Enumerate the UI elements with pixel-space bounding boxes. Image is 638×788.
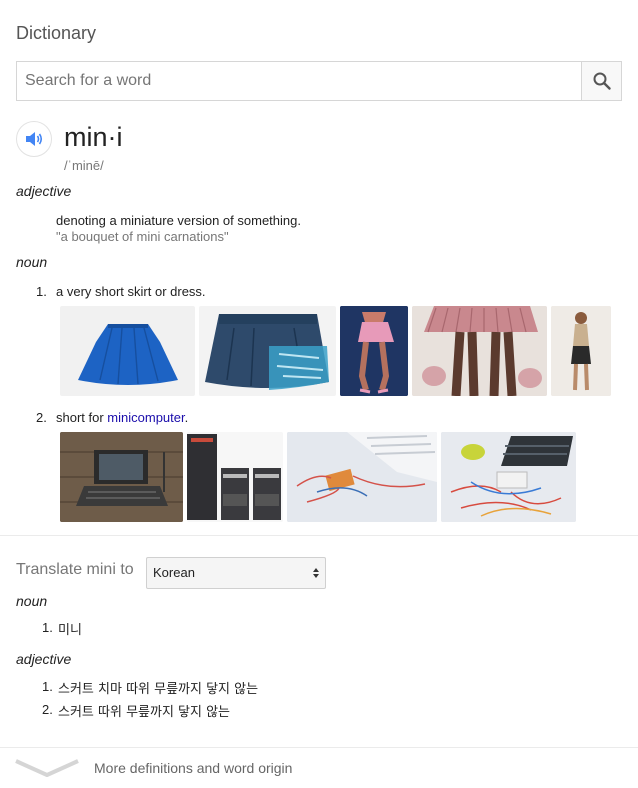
footer-divider [0,747,638,748]
image-circuit-board-keyboard[interactable] [287,432,437,522]
definition-noun-2: short for minicomputer. [56,410,189,425]
speaker-icon [26,132,43,146]
language-select[interactable]: Korean [146,557,326,589]
translate-pos-noun: noun [16,593,48,609]
image-vintage-laptop[interactable] [60,432,183,522]
search-button[interactable] [581,62,621,100]
image-pleated-skirt-legs[interactable] [412,306,547,396]
section-divider [0,535,638,536]
headword: min·i [64,122,123,152]
image-breadboard-laptop[interactable] [441,432,576,522]
definition-noun-1: a very short skirt or dress. [56,284,206,299]
translation-number: 1. [42,679,53,694]
search-icon [593,72,611,90]
language-select-value: Korean [153,565,195,580]
translation-adjective-2: 스커트 따위 무릎까지 닿지 않는 [58,705,231,720]
search-box [16,61,622,101]
example-adjective: "a bouquet of mini carnations" [56,229,229,244]
minicomputer-link[interactable]: minicomputer [107,410,184,425]
translation-noun-1: 미니 [58,623,82,638]
image-blue-skirt[interactable] [60,306,195,396]
dictionary-card: Dictionary min·i /ˈminē/ adjective denot… [0,0,638,788]
sense-number: 1. [36,284,47,299]
search-input[interactable] [17,62,582,100]
definition-adjective: denoting a miniature version of somethin… [56,213,301,228]
image-black-skirt-model[interactable] [551,306,611,396]
translation-number: 1. [42,620,53,635]
chevron-down-icon[interactable] [14,757,80,779]
sense-number: 2. [36,410,47,425]
translation-adjective-1: 스커트 치마 따위 무릎까지 닿지 않는 [58,682,259,697]
pronounce-button[interactable] [16,121,52,157]
translate-label: Translate mini to [16,561,134,578]
translation-number: 2. [42,702,53,717]
translate-pos-adjective: adjective [16,651,72,667]
image-minicomputer-cabinets[interactable] [187,432,283,522]
pos-adjective: adjective [16,183,72,199]
image-pink-skirt-model[interactable] [340,306,408,396]
more-definitions-link[interactable]: More definitions and word origin [94,760,292,776]
select-arrows-icon [313,568,319,578]
image-denim-skirt[interactable] [199,306,336,396]
panel-title: Dictionary [16,23,97,43]
phonetic: /ˈminē/ [64,158,104,173]
pos-noun: noun [16,254,48,270]
